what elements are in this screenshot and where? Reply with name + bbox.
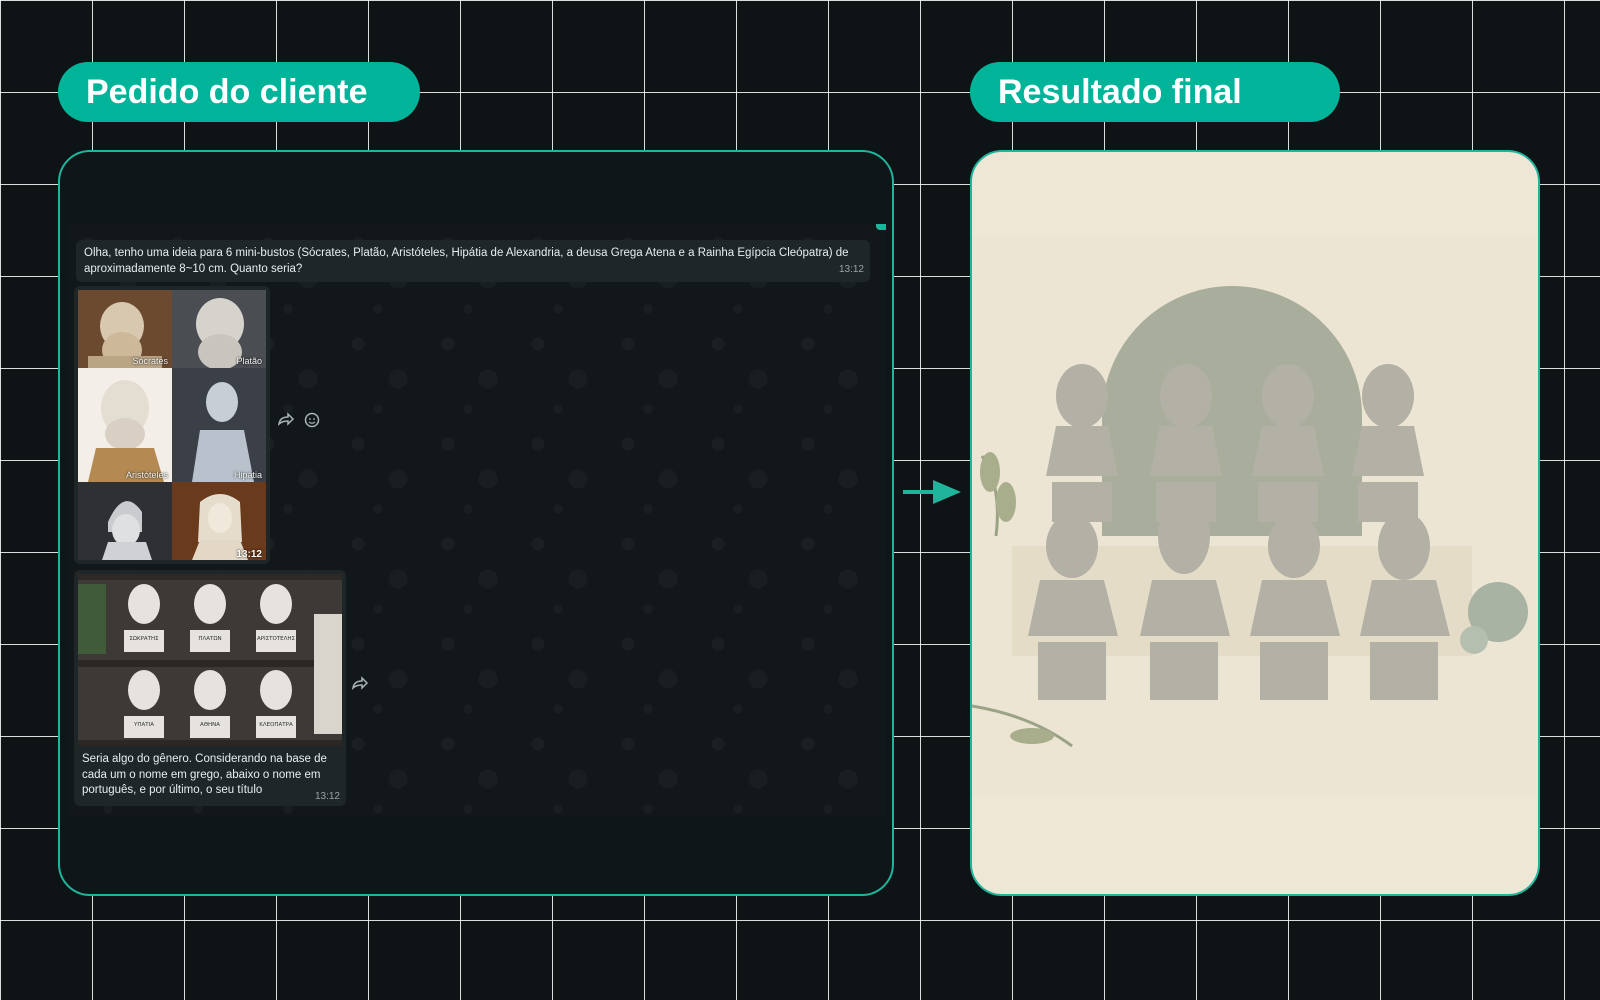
client-request-title: Pedido do cliente [58, 62, 420, 122]
plaque-text: ΚΛΕΟΠΑΤΡΑ [259, 722, 293, 728]
tile-label: Hipátia [233, 470, 262, 480]
image-tile-athena[interactable] [78, 482, 172, 560]
arrow-right-icon [903, 480, 961, 504]
message-text: Olha, tenho uma ideia para 6 mini-bustos… [84, 247, 849, 275]
emoji-icon[interactable] [302, 412, 322, 432]
image-tile-aristotle[interactable]: Aristóteles [78, 368, 172, 482]
tile-label: Sócrates [132, 356, 168, 366]
final-result-image[interactable] [972, 236, 1538, 796]
plaque-text: ΑΘΗΝΑ [200, 722, 220, 728]
reference-image-bubble[interactable]: ΣΩΚΡΑΤΗΣ ΠΛΑΤΩΝ ΑΡΙΣΤΟΤΕΛΗΣ ΥΠΑΤΙΑ ΑΘΗΝΑ… [74, 570, 346, 806]
image-grid-bubble[interactable]: Sócrates Platão Aristóteles Hipátia 13:1… [74, 286, 270, 564]
plaque-text: ΥΠΑΤΙΑ [133, 722, 154, 728]
chat-area: Olha, tenho uma ideia para 6 mini-bustos… [68, 224, 886, 816]
reference-shelf-image[interactable]: ΣΩΚΡΑΤΗΣ ΠΛΑΤΩΝ ΑΡΙΣΤΟΤΕΛΗΣ ΥΠΑΤΙΑ ΑΘΗΝΑ… [78, 574, 342, 746]
final-result-title: Resultado final [970, 62, 1340, 122]
chat-accent [876, 224, 886, 230]
plaque-text: ΑΡΙΣΤΟΤΕΛΗΣ [257, 636, 296, 642]
image-tile-hypatia[interactable]: Hipátia [172, 368, 266, 482]
reference-time: 13:12 [314, 791, 340, 802]
message-bubble: Olha, tenho uma ideia para 6 mini-bustos… [76, 240, 870, 282]
image-tile-plato[interactable]: Platão [172, 290, 266, 368]
final-result-panel [970, 150, 1540, 896]
plaque-text: ΣΩΚΡΑΤΗΣ [129, 636, 159, 642]
tile-label: Aristóteles [125, 470, 168, 480]
forward-icon[interactable] [276, 412, 296, 432]
reference-caption: Seria algo do gênero. Considerando na ba… [82, 753, 327, 796]
forward-icon[interactable] [350, 676, 370, 696]
image-tile-socrates[interactable]: Sócrates [78, 290, 172, 368]
message-time: 13:12 [838, 264, 864, 275]
client-request-panel: Olha, tenho uma ideia para 6 mini-bustos… [58, 150, 894, 896]
grid-time: 13:12 [236, 549, 262, 560]
plaque-text: ΠΛΑΤΩΝ [198, 636, 221, 642]
tile-label: Platão [236, 356, 262, 366]
